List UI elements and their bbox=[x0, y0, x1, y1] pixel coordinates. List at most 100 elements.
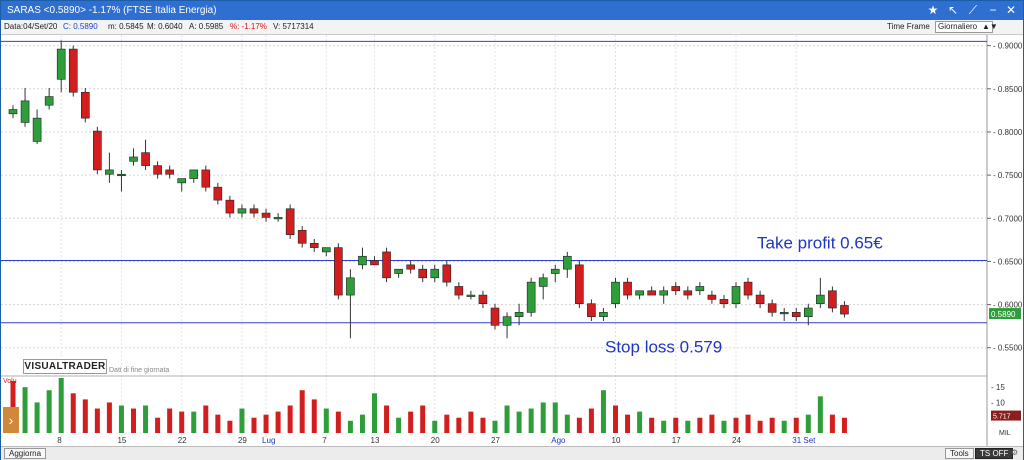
candle-down bbox=[707, 294, 717, 300]
candle-up bbox=[321, 247, 331, 253]
x-tick-label: 15 bbox=[117, 436, 126, 445]
volume-bar bbox=[227, 420, 233, 433]
volume-bar bbox=[781, 420, 787, 433]
info-volume: V: 5717314 bbox=[273, 22, 314, 31]
price-chart: - 0.9000 - 0.8500 - 0.8000 - 0.7500 - 0.7000… bbox=[1, 35, 1023, 446]
candle-down bbox=[225, 199, 235, 214]
candle-down bbox=[623, 281, 632, 296]
candle-up bbox=[562, 255, 572, 270]
volume-bar bbox=[805, 414, 811, 433]
volume-bar bbox=[347, 420, 353, 433]
star-icon[interactable]: ★ bbox=[925, 3, 941, 17]
data-subtitle: Dati di fine giornata bbox=[109, 367, 170, 374]
candle-down bbox=[719, 299, 729, 305]
candle-up bbox=[550, 268, 560, 274]
close-icon[interactable]: ✕ bbox=[1003, 3, 1019, 17]
volume-bar bbox=[709, 414, 715, 433]
volume-bar bbox=[420, 405, 426, 433]
candle-down bbox=[755, 294, 765, 305]
y-tick-label: - 0.8500 bbox=[993, 85, 1023, 94]
chevron-down-icon[interactable]: ▲▼ bbox=[982, 22, 998, 31]
candle-up bbox=[273, 217, 283, 220]
candle-down bbox=[575, 264, 584, 305]
logo-box: VISUALTRADER bbox=[23, 359, 107, 374]
volume-bar bbox=[251, 417, 257, 433]
candle-up bbox=[779, 312, 789, 315]
candle-down bbox=[249, 208, 259, 214]
volume-bar bbox=[179, 411, 185, 433]
y-tick-label: - 0.9000 bbox=[993, 42, 1023, 51]
volume-bar bbox=[167, 408, 173, 433]
candle-down bbox=[93, 130, 102, 171]
volume-bar bbox=[323, 408, 329, 433]
candle-down bbox=[828, 290, 837, 309]
expand-panel-button[interactable]: › bbox=[3, 407, 19, 433]
y-tick-label: - 0.8000 bbox=[993, 128, 1023, 137]
info-max: M: 0.6040 bbox=[147, 22, 183, 31]
x-tick-label: 24 bbox=[732, 436, 741, 445]
volume-bar bbox=[106, 402, 112, 433]
candle-down bbox=[418, 268, 428, 279]
x-tick-label: 7 bbox=[322, 436, 327, 445]
volume-bar bbox=[70, 393, 76, 433]
candle-down bbox=[153, 165, 162, 175]
candle-up bbox=[502, 316, 512, 326]
volume-bar bbox=[22, 387, 28, 433]
volume-bar bbox=[408, 411, 414, 433]
y-tick-label: - 0.5500 bbox=[993, 344, 1023, 353]
volume-bar bbox=[456, 417, 462, 433]
candle-up bbox=[635, 290, 644, 296]
volume-bar bbox=[757, 420, 763, 433]
candle-down bbox=[165, 169, 174, 175]
x-tick-label: 22 bbox=[178, 436, 187, 445]
volume-bar bbox=[82, 399, 88, 433]
settings-gear-icon[interactable]: ⚙ bbox=[1011, 448, 1018, 457]
candle-down bbox=[382, 251, 391, 279]
candle-up bbox=[56, 48, 66, 80]
candle-down bbox=[370, 260, 379, 266]
volume-bar bbox=[396, 417, 402, 433]
volume-bar bbox=[613, 405, 618, 433]
candle-down bbox=[297, 230, 307, 244]
candle-up bbox=[44, 96, 54, 106]
volume-bar bbox=[600, 390, 606, 433]
x-tick-label: 17 bbox=[672, 436, 681, 445]
x-tick-label: 20 bbox=[431, 436, 440, 445]
candle-up bbox=[526, 281, 536, 313]
candle-up bbox=[731, 286, 741, 305]
candle-down bbox=[334, 247, 343, 296]
volume-bar bbox=[540, 402, 546, 433]
volume-tick-label: - 10 bbox=[991, 398, 1005, 407]
candle-down bbox=[647, 290, 656, 296]
volume-bar bbox=[263, 414, 269, 433]
volume-bar bbox=[697, 417, 703, 433]
candle-down bbox=[587, 303, 596, 317]
last-price-label: 0.5890 bbox=[991, 310, 1016, 319]
candle-up bbox=[538, 277, 548, 287]
x-tick-label: 8 bbox=[57, 436, 62, 445]
volume-bar bbox=[528, 408, 534, 433]
candle-down bbox=[213, 186, 223, 201]
minimize-icon[interactable]: − bbox=[985, 3, 1001, 17]
x-tick-label: 27 bbox=[491, 436, 500, 445]
volume-bar bbox=[372, 393, 377, 433]
resize-icon[interactable]: ↖ bbox=[945, 3, 961, 17]
volume-bar bbox=[564, 414, 570, 433]
update-button[interactable]: Aggiorna bbox=[4, 448, 47, 459]
ts-toggle-button[interactable]: TS OFF bbox=[975, 448, 1014, 459]
volume-bar bbox=[359, 414, 365, 433]
volume-bar bbox=[384, 405, 390, 433]
y-tick-label: - 0.7500 bbox=[993, 171, 1023, 180]
candle-down bbox=[68, 48, 78, 93]
volume-bar bbox=[275, 411, 281, 433]
tools-button[interactable]: Tools bbox=[945, 448, 974, 459]
x-tick-label: 13 bbox=[371, 436, 380, 445]
volume-bar bbox=[215, 414, 221, 433]
candle-up bbox=[599, 312, 608, 317]
x-tick-label: 29 bbox=[238, 436, 247, 445]
candle-down bbox=[141, 152, 150, 166]
volume-bar bbox=[480, 417, 486, 433]
volume-bar bbox=[335, 411, 341, 433]
pin-icon[interactable]: ⟋ bbox=[965, 3, 981, 18]
candle-up bbox=[346, 277, 355, 296]
